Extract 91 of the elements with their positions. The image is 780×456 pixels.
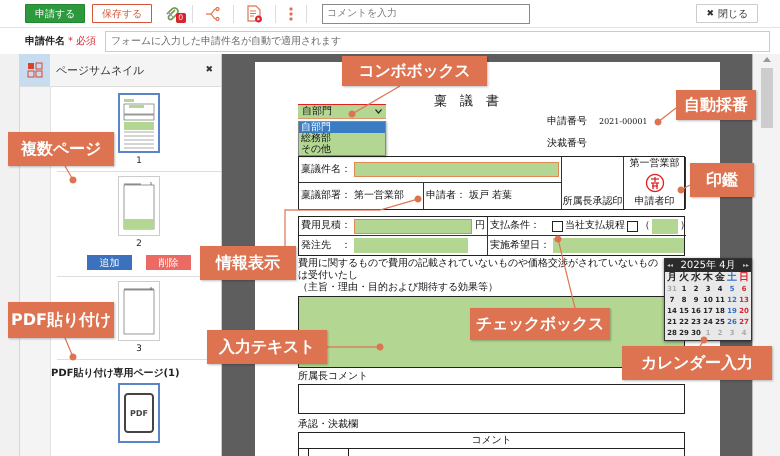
leader-line (327, 344, 384, 350)
unit-label: 円 (475, 220, 485, 232)
subject-field[interactable]: フォームに入力した申請件名が自動で適用されます (105, 30, 770, 52)
leader-line (64, 166, 76, 184)
callout-label: 複数ページ (8, 132, 114, 166)
application-number: 2021-00001 (599, 116, 648, 128)
field-label: 申請件名 (25, 34, 65, 48)
weekday-label: 土 (726, 272, 738, 284)
scrollbar[interactable] (752, 54, 780, 456)
save-button[interactable]: 保存する (92, 4, 152, 23)
dropdown-option[interactable]: 総務部 (299, 133, 385, 144)
bracket-text: ） (680, 220, 690, 232)
count-badge: 0 (176, 12, 186, 22)
field-label: （主旨・理由・目的および期待する効果等） (298, 282, 498, 294)
input-field[interactable] (354, 238, 468, 253)
leader-line (64, 338, 76, 360)
checkbox[interactable] (552, 220, 563, 232)
caret-icon (375, 109, 382, 114)
callout-label: 情報表示 (200, 246, 296, 280)
page-thumbnail[interactable] (118, 176, 160, 236)
close-icon: ✖ (706, 8, 714, 18)
page-number: 3 (136, 344, 142, 354)
close-button[interactable]: ✖ 閉じる (696, 4, 758, 23)
weekday-label: 火 (678, 272, 690, 284)
page-thumbnail[interactable] (118, 281, 160, 341)
field-label: 所属長コメント (298, 370, 369, 384)
weekday-label: 日 (738, 272, 750, 284)
page-number: 1 (136, 156, 142, 166)
pdf-file-icon: PDF (124, 393, 154, 433)
scrollbar-thumb[interactable] (760, 68, 772, 128)
stamp-label: 所属長承認印 (562, 196, 622, 208)
leader-line (348, 85, 400, 118)
callout-label: 入力テキスト (207, 330, 327, 364)
dropdown-option[interactable]: 自部門 (299, 122, 385, 133)
grid-icon[interactable] (27, 62, 43, 78)
field-label: 発注先 ： (301, 240, 351, 252)
field-label: 決裁番号 (547, 138, 588, 151)
comment-box[interactable] (298, 384, 685, 414)
dropdown-option[interactable]: その他 (299, 144, 385, 155)
month-title: 2025年 4月 (680, 259, 736, 272)
bracket-text: （ (640, 220, 650, 232)
more-icon[interactable] (288, 6, 294, 22)
up-arrow-icon[interactable] (762, 57, 770, 62)
callout-label: コンボボックス (342, 56, 487, 86)
table-header-cell: コメント (299, 433, 684, 449)
required-mark: * (68, 36, 73, 46)
paperclip-icon[interactable] (164, 6, 180, 22)
page-number: 2 (136, 239, 142, 249)
input-field[interactable] (553, 238, 684, 253)
page-thumbnail[interactable]: PDF (118, 383, 160, 443)
callout-label: チェックボックス (470, 308, 610, 340)
weekday-label: 月 (666, 272, 678, 284)
field-label: 稟議件名： (301, 164, 351, 176)
close-icon[interactable]: ✖ (205, 65, 221, 75)
stamp-header: 第一営業部 (630, 158, 680, 170)
callout-label: 印鑑 (690, 163, 754, 197)
document-title: 稟 議 書 (433, 93, 500, 111)
input-field[interactable] (354, 218, 472, 234)
field-label: 費用見積： (301, 220, 351, 232)
field-label: 承認・決裁欄 (298, 418, 359, 432)
callout-label: 自動採番 (676, 90, 756, 120)
input-field[interactable] (354, 162, 559, 177)
weekday-label: 金 (714, 272, 726, 284)
field-label: 稟議部署： (301, 190, 351, 202)
field-label: 申請者： (426, 190, 466, 202)
stamp-label: 申請者印 (634, 196, 674, 208)
checkbox-label: 当社支払規程 (565, 220, 625, 232)
checkbox[interactable] (627, 220, 638, 232)
panel-title: ページサムネイル (55, 62, 145, 78)
department-select[interactable]: 自部門 (298, 104, 386, 119)
leader-line (700, 336, 708, 346)
document-play-icon[interactable] (246, 4, 263, 22)
leader-line (654, 108, 676, 126)
section-title: PDF貼り付け専用ページ(1) (51, 366, 180, 380)
comment-field[interactable]: コメントを入力 (322, 4, 530, 24)
callout-label: カレンダー入力 (622, 346, 772, 380)
weekday-label: 木 (702, 272, 714, 284)
field-label: 申請番号 (547, 116, 588, 129)
field-label: 支払条件： (490, 220, 540, 232)
page-thumbnail[interactable] (118, 93, 160, 153)
callout-label: PDF貼り付け (8, 302, 114, 338)
weekday-label: 水 (690, 272, 702, 284)
submit-button[interactable]: 申請する (25, 4, 85, 23)
required-label: 必須 (76, 34, 96, 48)
field-value: 第一営業部 (354, 190, 404, 202)
field-value: 坂戸 若葉 (469, 190, 512, 202)
input-field[interactable] (652, 218, 678, 234)
branch-icon[interactable] (205, 6, 221, 22)
leader-line (678, 184, 690, 194)
field-label: 実施希望日： (490, 240, 550, 252)
add-button[interactable]: 追加 (86, 254, 133, 271)
